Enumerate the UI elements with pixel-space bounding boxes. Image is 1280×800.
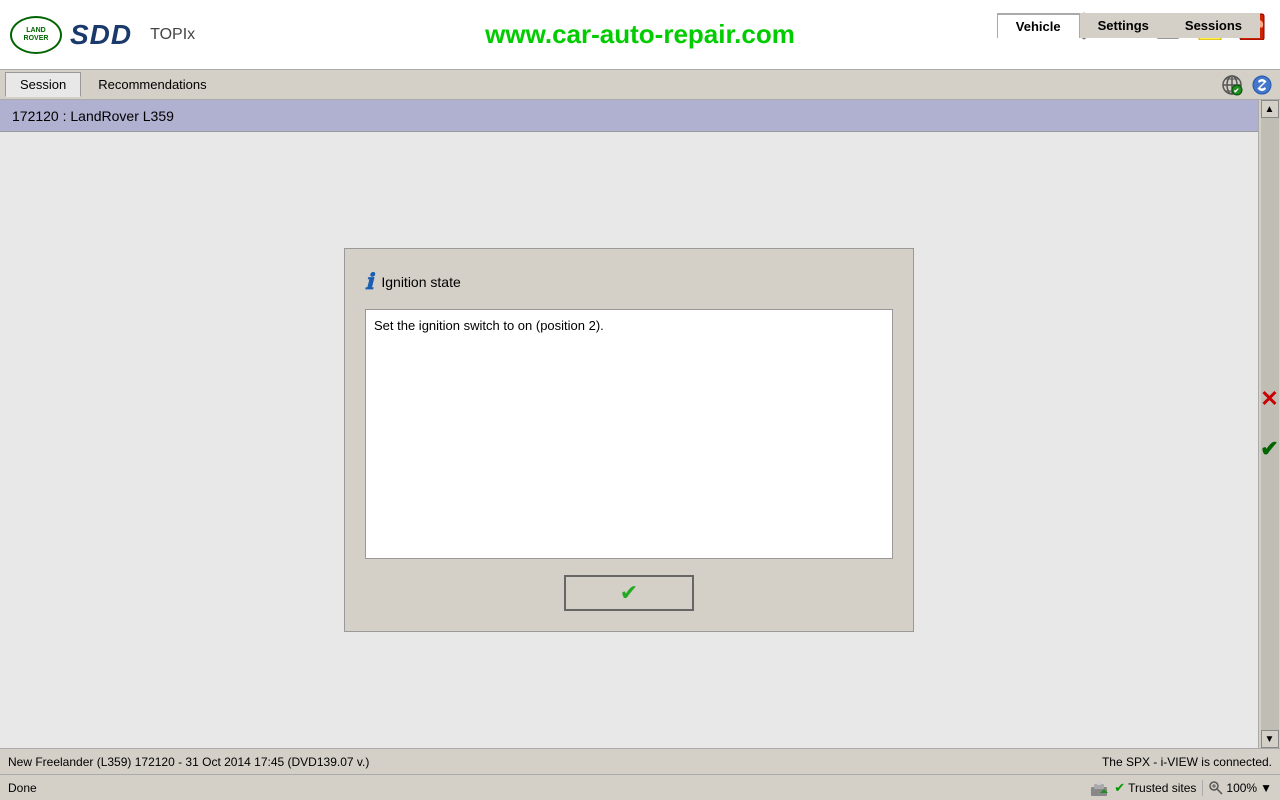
statusbar: New Freelander (L359) 172120 - 31 Oct 20…: [0, 748, 1280, 774]
refresh-icon[interactable]: [1249, 73, 1275, 97]
vehicle-title: 172120 : LandRover L359: [12, 108, 174, 124]
right-panel: ▲ ✕ ✔ ▼: [1258, 100, 1280, 748]
confirm-button[interactable]: ✔: [564, 575, 694, 611]
zoom-level: 100%: [1226, 781, 1257, 795]
dialog-content: Set the ignition switch to on (position …: [365, 309, 893, 559]
trusted-sites-label: Trusted sites: [1128, 781, 1196, 795]
cancel-action-icon[interactable]: ✕: [1260, 386, 1278, 412]
trusted-sites-area: ✔ Trusted sites: [1114, 780, 1196, 796]
tab-icons-right: ✔: [1219, 73, 1275, 97]
nav-buttons: Vehicle Settings Sessions: [997, 13, 1260, 38]
settings-nav-button[interactable]: Settings: [1080, 13, 1167, 38]
connection-status-text: The SPX - i-VIEW is connected.: [1102, 755, 1272, 769]
dialog-area: ℹ Ignition state Set the ignition switch…: [0, 132, 1258, 748]
network-icon[interactable]: ✔: [1219, 73, 1245, 97]
land-rover-logo: LANDROVER: [10, 16, 62, 54]
ie-bar-right: ✔ Trusted sites 100% ▼: [1090, 779, 1272, 797]
main-content: 172120 : LandRover L359 ℹ Ignition state…: [0, 100, 1280, 748]
zoom-area[interactable]: 100% ▼: [1209, 781, 1272, 795]
logo-area: LANDROVER SDD TOPIx: [10, 16, 195, 54]
trusted-check-icon: ✔: [1114, 780, 1125, 796]
session-tab[interactable]: Session: [5, 72, 81, 97]
divider: [1202, 780, 1203, 796]
sessions-nav-button[interactable]: Sessions: [1167, 13, 1260, 38]
website-title: www.car-auto-repair.com: [485, 19, 795, 50]
right-actions: ✕ ✔: [1261, 118, 1279, 730]
content-pane: 172120 : LandRover L359 ℹ Ignition state…: [0, 100, 1258, 748]
ie-network-icon: [1090, 779, 1108, 797]
info-icon: ℹ: [365, 269, 373, 295]
svg-text:✔: ✔: [1234, 88, 1240, 95]
dialog-box: ℹ Ignition state Set the ignition switch…: [344, 248, 914, 632]
scroll-down-arrow[interactable]: ▼: [1261, 730, 1279, 748]
topix-label[interactable]: TOPIx: [150, 26, 195, 44]
dialog-btn-row: ✔: [365, 575, 893, 611]
confirm-checkmark: ✔: [620, 580, 638, 606]
tabbar: Session Recommendations ✔: [0, 70, 1280, 100]
dialog-instruction: Set the ignition switch to on (position …: [374, 318, 604, 333]
vehicle-nav-button[interactable]: Vehicle: [997, 13, 1080, 38]
status-right: The SPX - i-VIEW is connected.: [1102, 755, 1272, 769]
confirm-action-icon[interactable]: ✔: [1260, 436, 1278, 462]
scroll-up-arrow[interactable]: ▲: [1261, 100, 1279, 118]
sdd-logo: SDD: [70, 19, 132, 51]
recommendations-tab[interactable]: Recommendations: [83, 72, 221, 97]
ie-statusbar: Done ✔ Trusted sites 100% ▼: [0, 774, 1280, 800]
ie-done-label: Done: [8, 781, 37, 795]
zoom-icon: [1209, 781, 1223, 795]
dialog-title-text: Ignition state: [381, 274, 460, 290]
session-status-text: New Freelander (L359) 172120 - 31 Oct 20…: [8, 755, 369, 769]
app-header: LANDROVER SDD TOPIx www.car-auto-repair.…: [0, 0, 1280, 70]
vehicle-header: 172120 : LandRover L359: [0, 100, 1258, 132]
header-icons: Vehicle Settings Sessions: [1066, 8, 1270, 44]
dialog-title: ℹ Ignition state: [365, 269, 893, 295]
zoom-arrow: ▼: [1260, 781, 1272, 795]
